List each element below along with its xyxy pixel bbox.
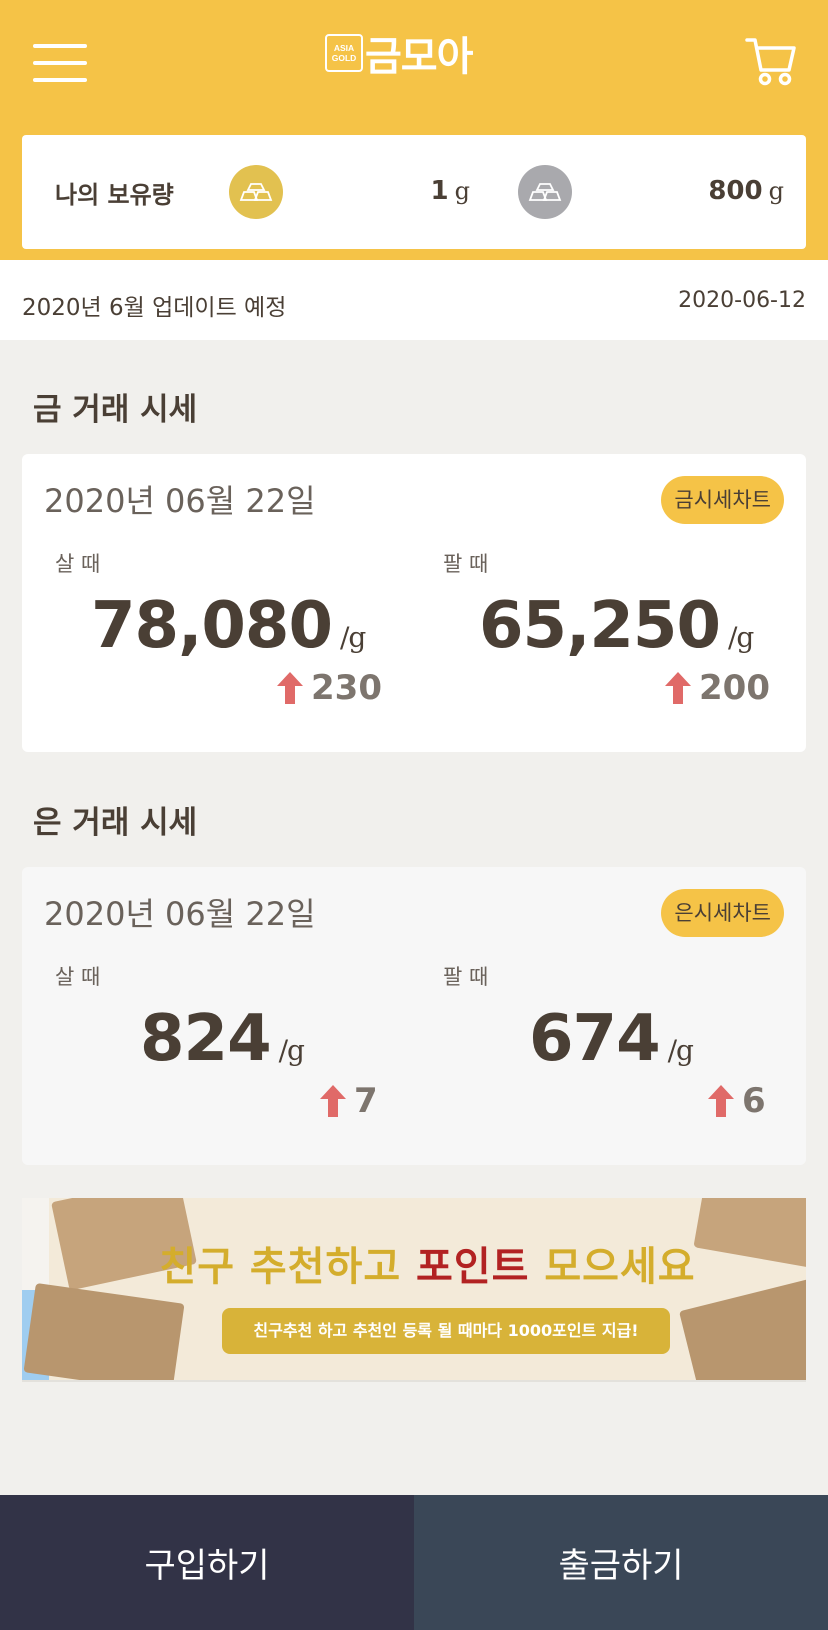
app-header: ASIA GOLD 금모아 나의 보유량 1g 800 g [0, 0, 828, 260]
logo-text: 금모아 [365, 34, 473, 80]
gold-holding-amount: 1g [430, 176, 470, 206]
gold-sell-price: 65,250/g [479, 589, 754, 663]
hamburger-menu-icon[interactable] [33, 44, 87, 82]
silver-section-title: 은 거래 시세 [33, 805, 198, 841]
bottom-action-bar: 구입하기 출금하기 [0, 1495, 828, 1630]
holdings-card: 나의 보유량 1g 800 g [22, 135, 806, 249]
gift-box-decoration [678, 1277, 806, 1380]
banner-headline: 친구 추천하고 포인트 모으세요 [159, 1244, 696, 1290]
banner-subtext: 친구추천 하고 추천인 등록 될 때마다 1000포인트 지급! [222, 1308, 670, 1354]
withdraw-button[interactable]: 출금하기 [414, 1495, 828, 1630]
silver-holding-amount: 800 g [708, 176, 784, 206]
buy-button[interactable]: 구입하기 [0, 1495, 414, 1630]
silver-buy-change: 7 [318, 1081, 378, 1121]
gold-buy-label: 살 때 [55, 552, 101, 576]
cart-icon[interactable] [745, 36, 797, 86]
banner-image[interactable]: 친구 추천하고 포인트 모으세요 친구추천 하고 추천인 등록 될 때마다 10… [23, 1198, 806, 1380]
gold-sell-label: 팔 때 [443, 552, 489, 576]
gold-bar-icon [229, 165, 283, 219]
gold-buy-price: 78,080/g [91, 589, 366, 663]
up-arrow-icon [708, 1085, 734, 1117]
silver-buy-label: 살 때 [55, 965, 101, 989]
up-arrow-icon [277, 672, 303, 704]
silver-sell-change: 6 [706, 1081, 766, 1121]
silver-buy-price: 824/g [140, 1002, 305, 1076]
silver-sell-label: 팔 때 [443, 965, 489, 989]
gold-section-title: 금 거래 시세 [33, 392, 198, 428]
notice-date: 2020-06-12 [678, 288, 806, 313]
up-arrow-icon [665, 672, 691, 704]
logo-badge: ASIA GOLD [325, 34, 363, 72]
holdings-label: 나의 보유량 [55, 181, 174, 209]
silver-bar-icon [518, 165, 572, 219]
notice-bar[interactable]: 2020년 6월 업데이트 예정 2020-06-12 [0, 260, 828, 340]
gold-price-date: 2020년 06월 22일 [44, 482, 316, 520]
gold-price-card: 2020년 06월 22일 금시세차트 살 때 팔 때 78,080/g 65,… [22, 454, 806, 752]
gold-buy-change: 230 [275, 668, 382, 708]
referral-banner[interactable]: 친구 추천하고 포인트 모으세요 친구추천 하고 추천인 등록 될 때마다 10… [22, 1198, 806, 1382]
silver-chart-button[interactable]: 은시세차트 [661, 889, 784, 937]
app-logo[interactable]: ASIA GOLD 금모아 [325, 28, 473, 80]
silver-sell-price: 674/g [529, 1002, 694, 1076]
silver-price-card: 2020년 06월 22일 은시세차트 살 때 팔 때 824/g 674/g … [22, 867, 806, 1165]
silver-price-date: 2020년 06월 22일 [44, 895, 316, 933]
gold-chart-button[interactable]: 금시세차트 [661, 476, 784, 524]
notice-text: 2020년 6월 업데이트 예정 [22, 295, 287, 321]
gift-box-decoration [23, 1283, 185, 1380]
gold-sell-change: 200 [663, 668, 770, 708]
up-arrow-icon [320, 1085, 346, 1117]
